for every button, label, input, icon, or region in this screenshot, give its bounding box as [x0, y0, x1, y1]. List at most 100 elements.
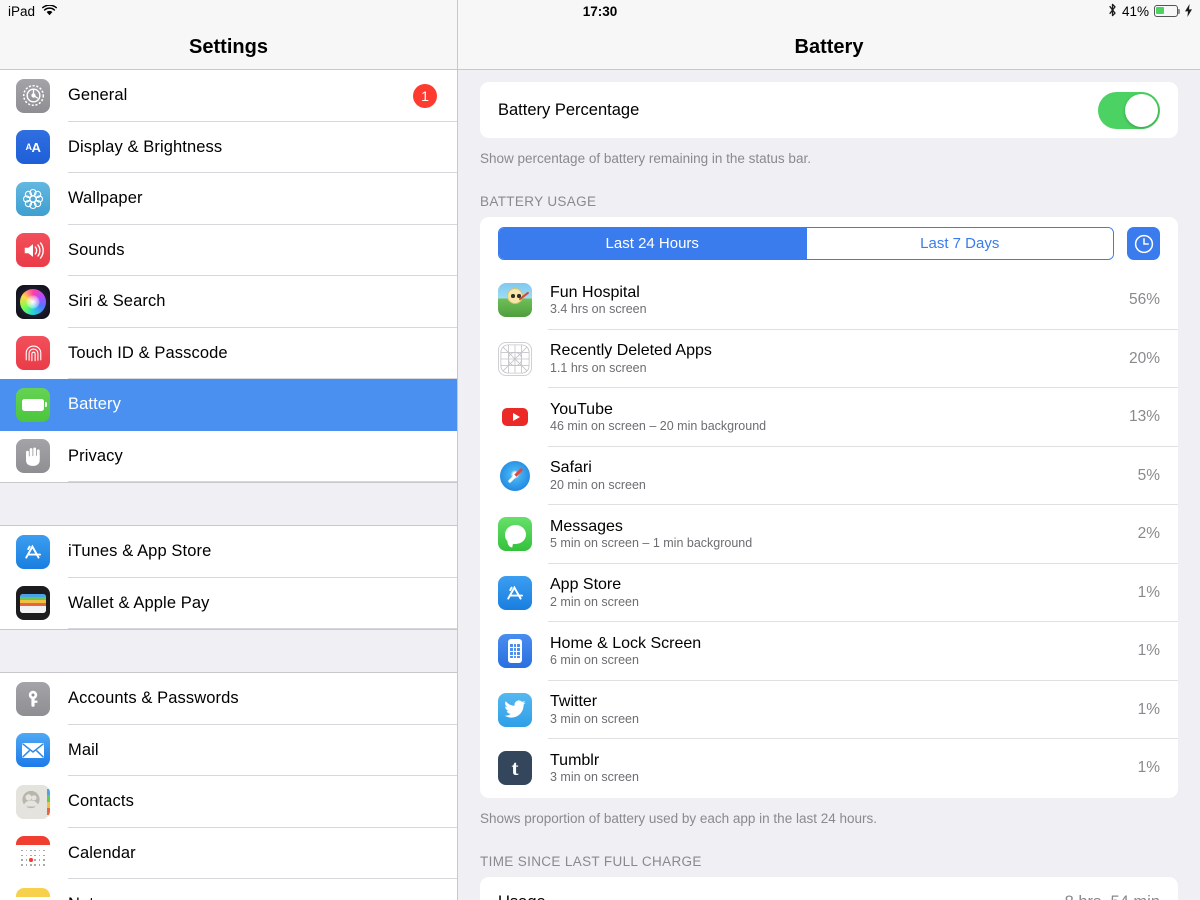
sidebar-item-label: Wallet & Apple Pay	[68, 593, 210, 612]
twitter-icon	[498, 692, 532, 727]
sidebar-item-label: Contacts	[68, 792, 134, 811]
sidebar-item-label: Sounds	[68, 240, 125, 259]
app-battery-percent: 1%	[1137, 583, 1160, 601]
app-store-icon	[498, 575, 532, 610]
ipad-settings-screen: iPad 17:30 41% Settings General 1 A A Di…	[0, 0, 1200, 900]
app-text: Tumblr 3 min on screen	[550, 752, 1138, 785]
sidebar-item-display-brightness[interactable]: AA Display & Brightness	[0, 121, 457, 173]
sidebar-group-1: General 1 AA Display & Brightness Wallpa…	[0, 70, 457, 482]
sidebar-item-calendar[interactable]: Calendar	[0, 827, 457, 879]
sidebar-item-label: Siri & Search	[68, 292, 166, 311]
app-battery-percent: 20%	[1128, 349, 1160, 367]
app-name: Twitter	[550, 693, 598, 711]
battery-usage-row[interactable]: t Tumblr 3 min on screen 1%	[480, 739, 1178, 798]
app-battery-percent: 1%	[1137, 642, 1160, 660]
battery-usage-row[interactable]: Fun Hospital 3.4 hrs on screen 56%	[480, 271, 1178, 330]
app-name: YouTube	[550, 400, 613, 418]
app-usage-detail: 3.4 hrs on screen	[550, 302, 647, 317]
app-usage-detail: 3 min on screen	[550, 711, 639, 726]
app-name: Messages	[550, 517, 623, 535]
text-size-icon: AA	[16, 130, 50, 165]
sidebar-group-divider	[0, 482, 457, 526]
battery-percentage-toggle[interactable]	[1098, 91, 1160, 129]
segment-last-7-days[interactable]: Last 7 Days	[805, 228, 1113, 260]
battery-usage-row[interactable]: Twitter 3 min on screen 1%	[480, 681, 1178, 740]
sidebar-item-accounts-passwords[interactable]: Accounts & Passwords	[0, 673, 457, 725]
battery-usage-controls: Last 24 Hours Last 7 Days	[480, 217, 1178, 271]
sidebar-item-itunes-app-store[interactable]: iTunes & App Store	[0, 526, 457, 578]
sidebar-item-label: Calendar	[68, 843, 136, 862]
time-range-segmented-control[interactable]: Last 24 Hours Last 7 Days	[498, 227, 1114, 261]
battery-usage-footnote: Shows proportion of battery used by each…	[480, 810, 877, 826]
last-full-charge-header: TIME SINCE LAST FULL CHARGE	[480, 853, 702, 869]
usage-value: 8 hrs, 54 min	[1065, 893, 1160, 900]
sidebar-item-sounds[interactable]: Sounds	[0, 224, 457, 276]
sidebar-item-label: Accounts & Passwords	[68, 689, 239, 708]
battery-usage-row[interactable]: Safari 20 min on screen 5%	[480, 447, 1178, 506]
fun-hospital-icon	[498, 283, 532, 318]
messages-icon	[498, 517, 532, 552]
sidebar-item-siri-search[interactable]: Siri & Search	[0, 276, 457, 328]
sidebar-title: Settings	[189, 36, 268, 58]
tumblr-icon: t	[498, 751, 532, 786]
flower-icon	[16, 181, 50, 216]
sidebar-item-contacts[interactable]: Contacts	[0, 776, 457, 828]
battery-icon	[16, 387, 50, 422]
battery-usage-row[interactable]: App Store 2 min on screen 1%	[480, 564, 1178, 623]
segment-last-24-hours[interactable]: Last 24 Hours	[499, 228, 806, 260]
app-name: Home & Lock Screen	[550, 634, 702, 652]
app-name: App Store	[550, 576, 622, 594]
app-text: YouTube 46 min on screen – 20 min backgro…	[550, 401, 1129, 434]
sidebar-item-notes[interactable]: Notes	[0, 879, 457, 900]
battery-usage-row[interactable]: Recently Deleted Apps 1.1 hrs on screen 20…	[480, 330, 1178, 389]
sidebar-item-label: Touch ID & Passcode	[68, 343, 228, 362]
detail-body: Battery Percentage Show percentage of ba…	[458, 82, 1200, 900]
battery-percentage-card: Battery Percentage	[480, 82, 1178, 138]
usage-row: Usage 8 hrs, 54 min	[480, 877, 1178, 900]
fingerprint-icon	[16, 336, 50, 371]
clock-icon[interactable]	[1127, 227, 1160, 261]
battery-percentage-label: Battery Percentage	[498, 100, 640, 119]
battery-usage-row[interactable]: Messages 5 min on screen – 1 min backgrou…	[480, 505, 1178, 564]
battery-percentage-footnote: Show percentage of battery remaining in …	[480, 151, 811, 166]
sidebar-item-touch-id-passcode[interactable]: Touch ID & Passcode	[0, 327, 457, 379]
sidebar-group-divider	[0, 629, 457, 673]
sidebar-item-label: Mail	[68, 740, 99, 759]
app-text: Messages 5 min on screen – 1 min backgrou…	[550, 518, 1138, 551]
sidebar-item-wallet-apple-pay[interactable]: Wallet & Apple Pay	[0, 577, 457, 629]
battery-status-icon	[1154, 5, 1180, 17]
battery-percentage-row[interactable]: Battery Percentage	[480, 82, 1178, 138]
sidebar-item-wallpaper[interactable]: Wallpaper	[0, 173, 457, 225]
battery-usage-header: BATTERY USAGE	[480, 194, 597, 210]
siri-icon	[16, 284, 50, 319]
status-bar-right: 41%	[1108, 3, 1192, 20]
app-text: Home & Lock Screen 6 min on screen	[550, 635, 1138, 668]
app-name: Tumblr	[550, 751, 600, 769]
last-full-charge-card: Usage 8 hrs, 54 min	[480, 876, 1178, 900]
app-name: Fun Hospital	[550, 283, 640, 301]
sidebar-item-label: Privacy	[68, 446, 123, 465]
settings-sidebar: Settings General 1 AA Display & Brightne…	[0, 0, 458, 900]
sidebar-item-label: General	[68, 86, 128, 105]
app-name: Recently Deleted Apps	[550, 342, 712, 360]
battery-usage-card: Last 24 Hours Last 7 Days Fun Hospital 3.…	[480, 217, 1178, 798]
sidebar-item-mail[interactable]: Mail	[0, 724, 457, 776]
envelope-icon	[16, 733, 50, 768]
sidebar-item-label: iTunes & App Store	[68, 542, 212, 561]
app-battery-percent: 2%	[1137, 525, 1160, 543]
status-bar: iPad 17:30 41%	[0, 0, 1200, 22]
sidebar-item-privacy[interactable]: Privacy	[0, 430, 457, 482]
sidebar-item-general[interactable]: General 1	[0, 70, 457, 122]
app-battery-percent: 5%	[1137, 466, 1160, 484]
app-name: Safari	[550, 459, 592, 477]
sidebar-group-2: iTunes & App Store Wallet & Apple Pay	[0, 526, 457, 629]
notes-icon	[16, 887, 50, 900]
battery-usage-row[interactable]: YouTube 46 min on screen – 20 min backgro…	[480, 388, 1178, 447]
app-usage-detail: 20 min on screen	[550, 477, 646, 492]
sidebar-item-battery[interactable]: Battery	[0, 379, 457, 431]
app-usage-detail: 3 min on screen	[550, 770, 639, 785]
home-lock-screen-icon	[498, 634, 532, 669]
youtube-icon	[498, 400, 532, 435]
battery-usage-app-list: Fun Hospital 3.4 hrs on screen 56% Recently…	[480, 271, 1178, 798]
battery-usage-row[interactable]: Home & Lock Screen 6 min on screen 1%	[480, 622, 1178, 681]
